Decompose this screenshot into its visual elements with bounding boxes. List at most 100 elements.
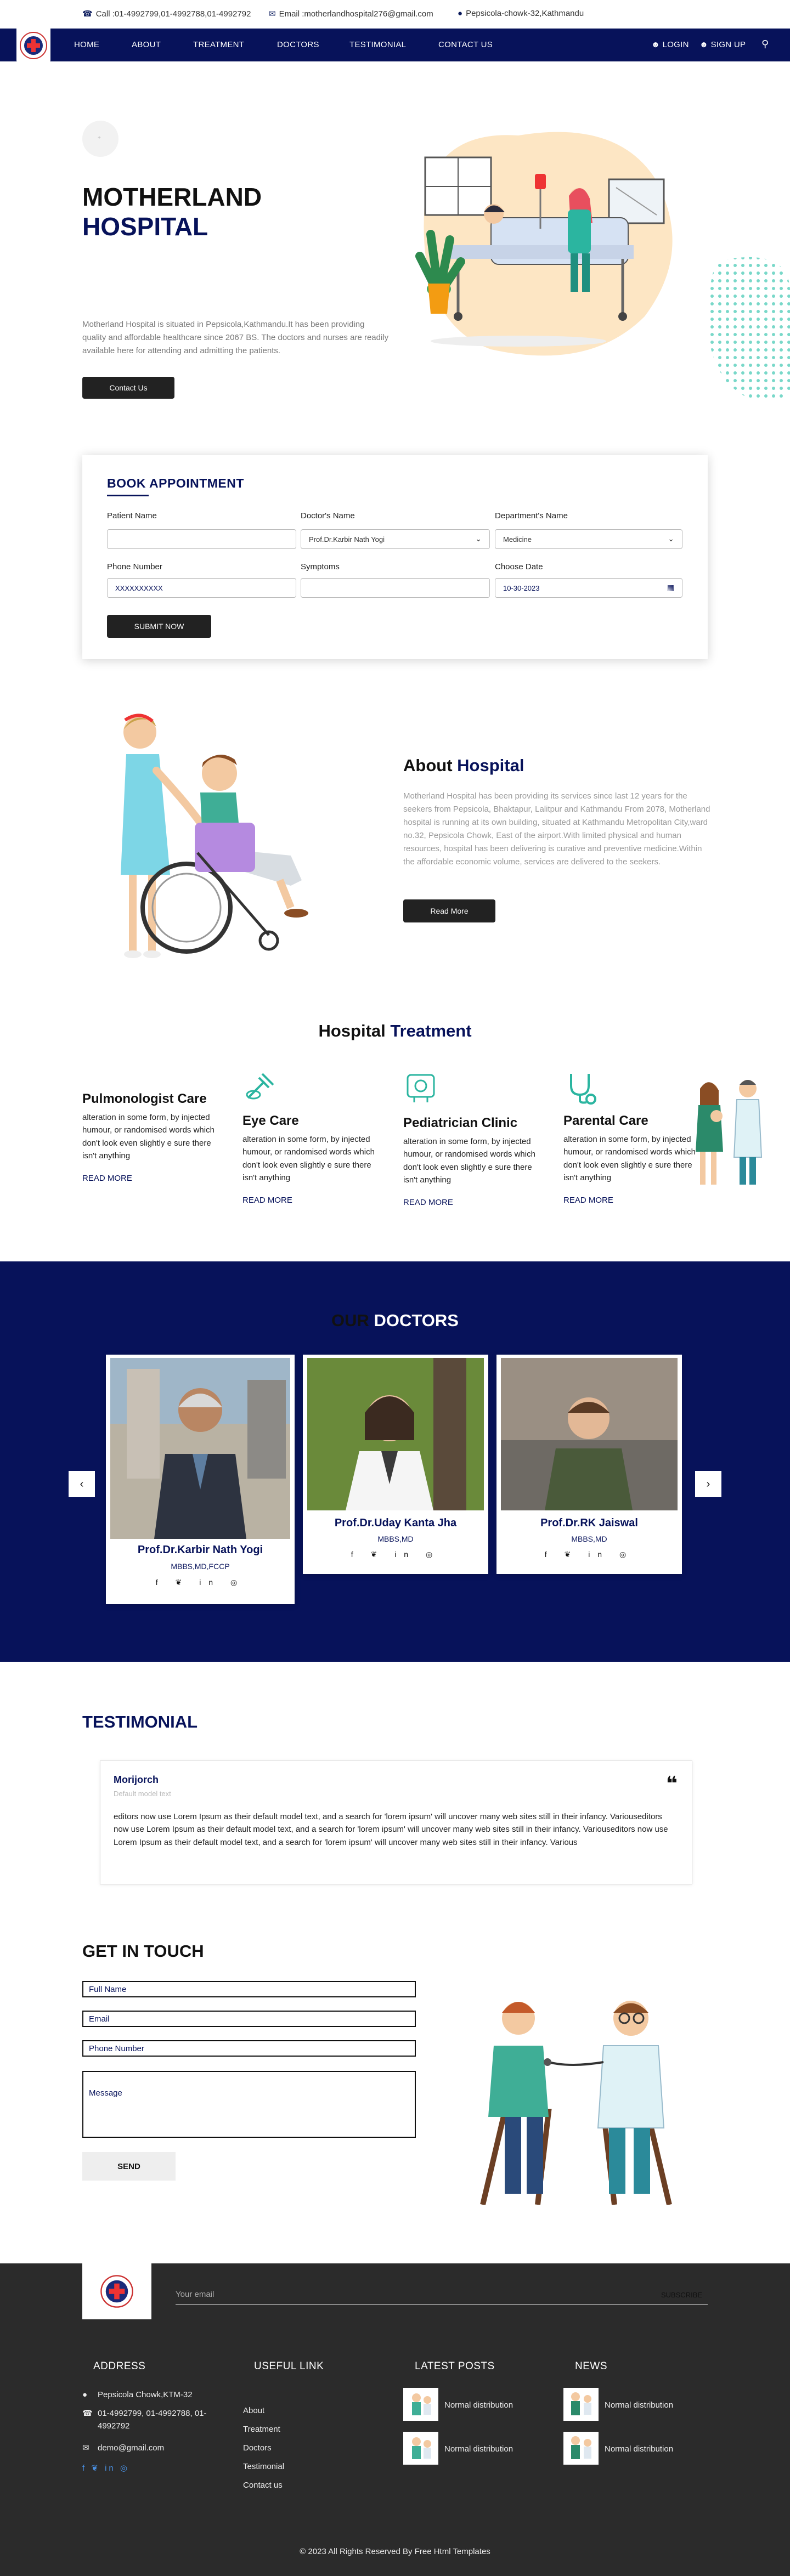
symptoms-label: Symptoms — [301, 562, 340, 571]
submit-now-button[interactable]: SUBMIT NOW — [107, 615, 211, 638]
mother-doctor-illustration — [696, 1080, 763, 1185]
news-thumbnail[interactable] — [563, 2388, 599, 2421]
post-title[interactable]: Normal distribution — [444, 2443, 513, 2455]
treatment-text: alteration in some form, by injected hum… — [403, 1137, 535, 1185]
footer-posts-title: LATEST POSTS — [415, 2360, 495, 2372]
doctor-photo — [501, 1358, 678, 1510]
symptoms-input[interactable] — [301, 578, 490, 598]
location-icon: ● — [82, 2390, 88, 2399]
post-image — [412, 2393, 431, 2415]
news-title[interactable]: Normal distribution — [605, 2443, 673, 2455]
footer-link-treatment[interactable]: Treatment — [243, 2423, 280, 2436]
treatment-text: alteration in some form, by injected hum… — [563, 1135, 696, 1182]
contact-title: GET IN TOUCH — [82, 1941, 204, 1961]
booking-title: BOOK APPOINTMENT — [107, 476, 244, 490]
doctor-social-icons[interactable]: f ❦ in ◎ — [106, 1578, 295, 1587]
patient-name-label: Patient Name — [107, 511, 157, 520]
news-title[interactable]: Normal distribution — [605, 2399, 673, 2411]
title-underline — [107, 495, 149, 496]
nav-home[interactable]: HOME — [74, 40, 99, 49]
nav-doctors[interactable]: DOCTORS — [277, 40, 319, 49]
doctor-name: Prof.Dr.Karbir Nath Yogi — [137, 1544, 263, 1556]
nav-testimonial[interactable]: TESTIMONIAL — [349, 40, 406, 49]
post-title[interactable]: Normal distribution — [444, 2399, 513, 2411]
news-image — [571, 2436, 591, 2459]
doctor-degree: MBBS,MD,FCCP — [171, 1562, 230, 1571]
footer-address: Pepsicola Chowk,KTM-32 — [98, 2390, 193, 2399]
nav-about[interactable]: ABOUT — [132, 40, 161, 49]
phone-label: Phone Number — [107, 562, 162, 571]
phone-field[interactable]: Phone Number — [82, 2040, 416, 2057]
phone-input[interactable]: XXXXXXXXXX — [107, 578, 296, 598]
newsletter-email-input[interactable]: Your email — [176, 2290, 214, 2299]
testimonial-title: TESTIMONIAL — [82, 1712, 198, 1731]
patient-name-input[interactable] — [107, 529, 296, 549]
email-field[interactable]: Email — [82, 2011, 416, 2027]
footer-link-testimonial[interactable]: Testimonial — [243, 2460, 284, 2473]
doctor-card[interactable]: Prof.Dr.Karbir Nath Yogi MBBS,MD,FCCP f … — [106, 1355, 295, 1604]
logo-emblem-icon — [20, 32, 47, 59]
read-more-link[interactable]: READ MORE — [82, 1174, 132, 1183]
treatment-text: alteration in some form, by injected hum… — [242, 1135, 375, 1182]
footer-logo[interactable] — [82, 2263, 151, 2319]
carousel-next-arrow[interactable]: › — [695, 1471, 721, 1497]
read-more-link[interactable]: READ MORE — [403, 1198, 453, 1207]
footer-social-icons[interactable]: f ❦ in ◎ — [82, 2462, 129, 2475]
doctor-card[interactable]: Prof.Dr.RK Jaiswal MBBS,MD f ❦ in ◎ — [496, 1355, 682, 1574]
address-info: ● Pepsicola-chowk-32,Kathmandu — [458, 9, 584, 18]
hero-section: + MOTHERLAND HOSPITAL Motherland Hospita… — [0, 61, 790, 406]
treatment-title: Hospital Treatment — [318, 1021, 472, 1040]
eye-dropper-icon — [246, 1073, 274, 1100]
post-thumbnail[interactable] — [403, 2432, 438, 2465]
footer-link-about[interactable]: About — [243, 2404, 264, 2417]
carousel-prev-arrow[interactable]: ‹ — [69, 1471, 95, 1497]
call-info: ☎ Call :01-4992799,01-4992788,01-4992792 — [82, 9, 251, 19]
chevron-down-icon: ⌄ — [475, 534, 482, 543]
quote-icon: ❝ — [665, 1772, 678, 1794]
footer-link-contact[interactable]: Contact us — [243, 2479, 283, 2492]
nurse-wheelchair-illustration — [121, 714, 308, 958]
news-thumbnail[interactable] — [563, 2432, 599, 2465]
read-more-link[interactable]: READ MORE — [242, 1196, 292, 1205]
subscribe-button[interactable]: SUBSCRIBE — [661, 2291, 702, 2299]
book-appointment-card: BOOK APPOINTMENT Patient Name Doctor's N… — [82, 455, 708, 659]
date-input[interactable]: 10-30-2023 ▦ — [495, 578, 682, 598]
footer-email[interactable]: demo@gmail.com — [98, 2442, 164, 2454]
hero-title-line1: MOTHERLAND — [82, 183, 262, 211]
full-name-field[interactable]: Full Name — [82, 1981, 416, 1997]
doctor-patient-illustration — [480, 2001, 672, 2205]
signup-link[interactable]: ☻ SIGN UP — [699, 40, 746, 49]
calendar-icon: ▦ — [667, 583, 674, 592]
post-thumbnail[interactable] — [403, 2388, 438, 2421]
chevron-down-icon: ⌄ — [668, 534, 674, 543]
search-icon[interactable]: ⚲ — [761, 38, 769, 50]
phone-icon: ☎ — [82, 2409, 93, 2418]
doctor-card[interactable]: Prof.Dr.Uday Kanta Jha MBBS,MD f ❦ in ◎ — [303, 1355, 488, 1574]
read-more-link[interactable]: READ MORE — [563, 1196, 613, 1205]
testimonial-role: Default model text — [114, 1790, 171, 1798]
location-icon: ● — [458, 9, 463, 18]
stethoscope-icon — [570, 1074, 596, 1105]
phone-icon: ☎ — [82, 9, 93, 19]
nav-treatment[interactable]: TREATMENT — [193, 40, 244, 49]
doctor-photo — [110, 1358, 290, 1539]
footer-link-doctors[interactable]: Doctors — [243, 2442, 272, 2454]
date-label: Choose Date — [495, 562, 543, 571]
hospital-logo[interactable] — [16, 29, 50, 63]
doctor-select[interactable]: Prof.Dr.Karbir Nath Yogi ⌄ — [301, 529, 490, 549]
read-more-button[interactable]: Read More — [403, 899, 495, 922]
footer-phones: 01-4992799, 01-4992788, 01-4992792 — [98, 2409, 207, 2431]
doctor-social-icons[interactable]: f ❦ in ◎ — [496, 1550, 682, 1559]
doctors-section: OUR DOCTORS ‹ › Prof.Dr.Karbir Nath Yogi… — [0, 1261, 790, 1662]
nav-contact[interactable]: CONTACT US — [438, 40, 493, 49]
hero-description: Motherland Hospital is situated in Pepsi… — [82, 320, 389, 355]
doctor-photo — [307, 1358, 484, 1510]
plus-icon: + — [98, 135, 101, 141]
login-link[interactable]: ☻ LOGIN — [651, 40, 689, 49]
doctor-social-icons[interactable]: f ❦ in ◎ — [303, 1550, 488, 1559]
newsletter-underline — [176, 2304, 708, 2305]
send-button[interactable]: SEND — [82, 2152, 176, 2181]
department-select[interactable]: Medicine ⌄ — [495, 529, 682, 549]
message-field[interactable]: Message — [82, 2071, 416, 2138]
contact-us-button[interactable]: Contact Us — [82, 377, 174, 399]
